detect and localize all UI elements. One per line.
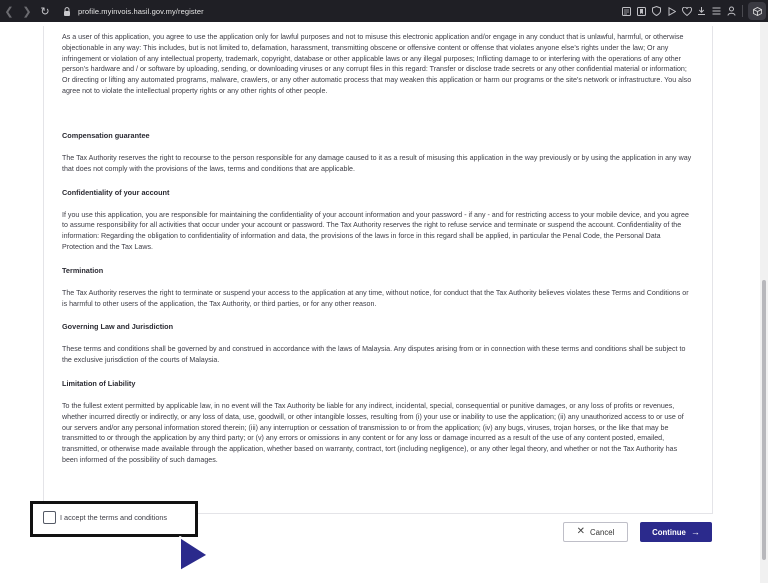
section-title: Confidentiality of your account bbox=[62, 187, 170, 197]
reader-icon[interactable] bbox=[619, 0, 634, 22]
cancel-button[interactable]: ✕ Cancel bbox=[563, 522, 628, 542]
play-icon[interactable] bbox=[664, 0, 679, 22]
pointer-cursor-icon bbox=[179, 536, 209, 572]
terms-panel[interactable]: As a user of this application, you agree… bbox=[43, 26, 713, 514]
section-title: Limitation of Liability bbox=[62, 378, 136, 388]
continue-label: Continue bbox=[652, 527, 686, 537]
section-body: The Tax Authority reserves the right to … bbox=[62, 288, 689, 308]
page-scrollbar[interactable] bbox=[760, 22, 768, 583]
accept-terms-checkbox[interactable] bbox=[43, 511, 56, 524]
account-icon[interactable] bbox=[724, 0, 739, 22]
section-body: The Tax Authority reserves the right to … bbox=[62, 154, 692, 173]
heart-icon[interactable] bbox=[679, 0, 694, 22]
arrow-right-icon: → bbox=[690, 526, 700, 537]
download-icon[interactable] bbox=[694, 0, 709, 22]
scrollbar-thumb[interactable] bbox=[762, 280, 766, 560]
section-title: Compensation guarantee bbox=[62, 131, 150, 140]
section-body: If you use this application, you are res… bbox=[62, 210, 689, 251]
toolbar-divider bbox=[742, 5, 743, 17]
lock-icon[interactable] bbox=[60, 0, 74, 22]
browser-toolbar: ❮ ❯ ↻ profile.myinvois.hasil.gov.my/regi… bbox=[0, 0, 768, 22]
shield-icon[interactable] bbox=[649, 0, 664, 22]
page-content: As a user of this application, you agree… bbox=[0, 22, 760, 583]
menu-icon[interactable] bbox=[709, 0, 724, 22]
accept-terms-label[interactable]: I accept the terms and conditions bbox=[60, 512, 167, 523]
section-body: These terms and conditions shall be gove… bbox=[62, 345, 686, 365]
cancel-label: Cancel bbox=[590, 527, 615, 537]
back-icon[interactable]: ❮ bbox=[0, 0, 18, 22]
reload-icon[interactable]: ↻ bbox=[36, 0, 54, 22]
close-icon: ✕ bbox=[576, 526, 586, 537]
section-body: To the fullest extent permitted by appli… bbox=[62, 401, 684, 464]
terms-intro: As a user of this application, you agree… bbox=[62, 33, 692, 95]
address-bar-url[interactable]: profile.myinvois.hasil.gov.my/register bbox=[78, 7, 204, 16]
section-title: Governing Law and Jurisdiction bbox=[62, 322, 174, 332]
section-title: Termination bbox=[62, 265, 104, 275]
terms-text: As a user of this application, you agree… bbox=[62, 32, 694, 466]
extension-icon[interactable] bbox=[748, 2, 766, 20]
forward-icon[interactable]: ❯ bbox=[18, 0, 36, 22]
continue-button[interactable]: Continue → bbox=[640, 522, 712, 542]
bookmark-icon[interactable] bbox=[634, 0, 649, 22]
